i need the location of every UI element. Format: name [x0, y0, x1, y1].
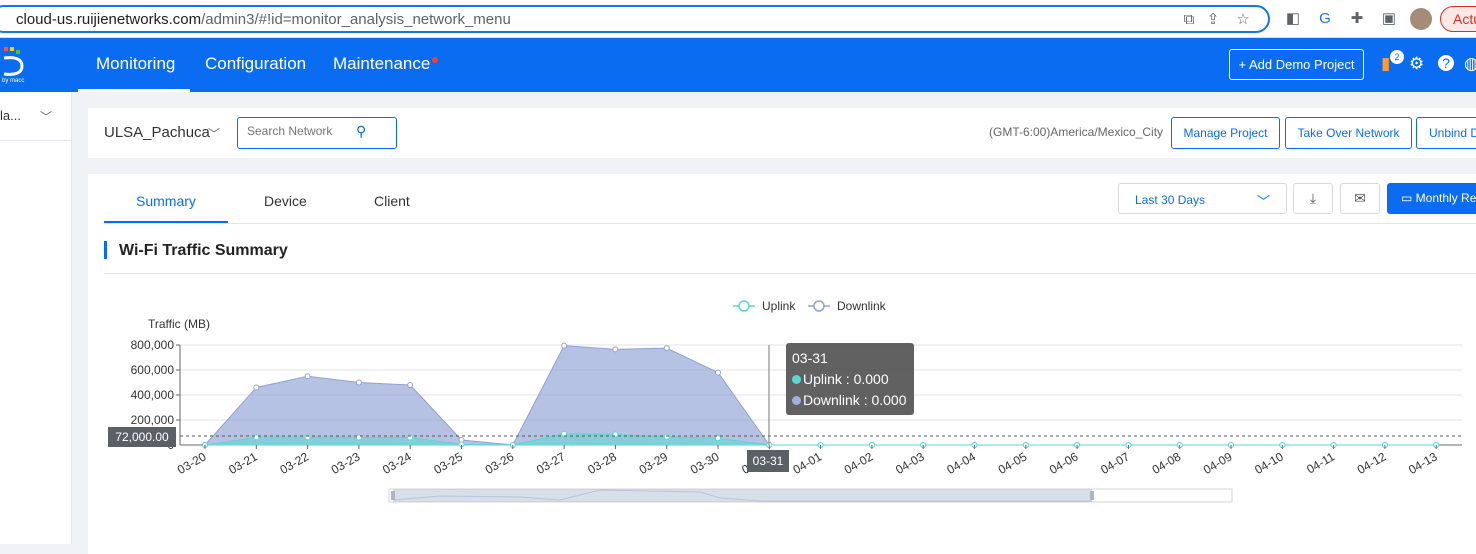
x-tick-label: 03-20 — [175, 449, 209, 477]
tooltip-uplink: Uplink : 0.000 — [803, 371, 889, 387]
tooltip-downlink-row: Downlink : 0.000 — [792, 392, 908, 408]
x-tick-label: 04-11 — [1304, 449, 1337, 476]
x-tick-label: 03-27 — [534, 449, 568, 477]
x-tick-label: 03-21 — [226, 449, 260, 477]
tooltip-downlink: Downlink : 0.000 — [803, 392, 907, 408]
uplink-point — [663, 433, 670, 440]
x-tick-label: 04-05 — [996, 449, 1030, 477]
x-tick-label: 04-12 — [1355, 449, 1389, 477]
y-tick-label: 800,000 — [131, 338, 175, 352]
hover-x-label: 03-31 — [747, 450, 789, 472]
x-tick-label: 03-26 — [483, 449, 517, 477]
legend-label: Downlink — [837, 299, 887, 313]
x-tick-label: 04-09 — [1201, 449, 1235, 477]
downlink-point — [304, 373, 311, 380]
x-tick-label: 03-23 — [329, 449, 363, 477]
x-tick-label: 04-07 — [1098, 449, 1132, 477]
x-tick-label: 03-28 — [585, 449, 619, 477]
x-tick-label: 03-29 — [637, 449, 671, 477]
x-tick-label: 04-08 — [1150, 449, 1184, 477]
y-tick-label: 200,000 — [131, 413, 175, 427]
traffic-chart[interactable]: 800,000600,000400,000200,0000Traffic (MB… — [0, 0, 1476, 544]
legend-label: Uplink — [762, 299, 796, 313]
downlink-point — [561, 342, 568, 349]
downlink-point — [663, 345, 670, 352]
chart-tooltip: 03-31 Uplink : 0.000 Downlink : 0.000 — [786, 343, 914, 415]
y-axis-title: Traffic (MB) — [148, 317, 210, 331]
legend-marker — [738, 300, 750, 312]
downlink-point — [253, 384, 260, 391]
uplink-dot — [792, 375, 801, 384]
y-tick-label: 600,000 — [131, 363, 175, 377]
downlink-dot — [792, 396, 801, 405]
downlink-point — [355, 379, 362, 386]
tooltip-date: 03-31 — [792, 350, 828, 366]
y-tick-label: 400,000 — [131, 388, 175, 402]
x-tick-label: 04-01 — [791, 449, 825, 477]
x-tick-label: 04-13 — [1406, 449, 1440, 477]
x-tick-label: 03-24 — [380, 449, 414, 477]
legend-marker — [813, 300, 825, 312]
x-tick-label: 04-03 — [893, 449, 927, 477]
x-tick-label: 04-02 — [842, 449, 876, 477]
x-tick-label: 04-06 — [1047, 449, 1081, 477]
x-tick-label: 04-10 — [1252, 449, 1286, 477]
downlink-point — [407, 382, 414, 388]
zoom-handle-left — [391, 491, 395, 500]
downlink-point — [715, 369, 721, 376]
reference-line-label: 72,000.00 — [108, 427, 176, 447]
zoom-handle-right — [1090, 491, 1094, 500]
x-tick-label: 04-04 — [944, 449, 978, 477]
downlink-point — [612, 346, 619, 353]
tooltip-uplink-row: Uplink : 0.000 — [792, 371, 908, 387]
x-tick-label: 03-25 — [431, 449, 465, 477]
x-tick-label: 03-22 — [278, 449, 312, 477]
x-tick-label: 03-30 — [688, 449, 722, 477]
